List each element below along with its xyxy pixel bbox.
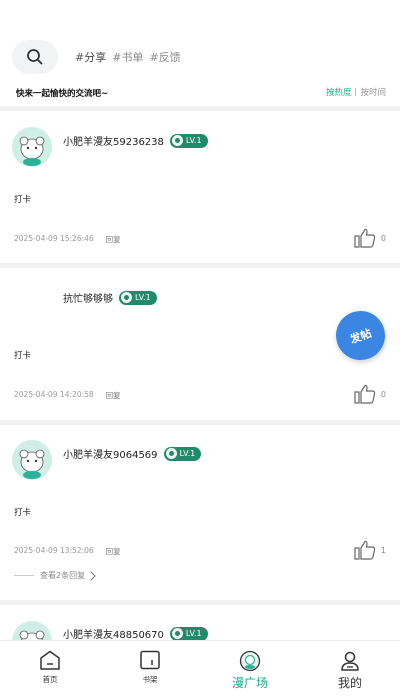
sort-by-hot[interactable]: 按热度 xyxy=(326,86,352,98)
square-icon xyxy=(239,650,261,672)
slogan: 快来一起愉快的交流吧~ xyxy=(16,89,109,99)
like-button[interactable]: 1 xyxy=(354,540,386,560)
username[interactable]: 小肥羊漫友59236238 xyxy=(63,133,164,148)
tab-square[interactable]: 漫广场 xyxy=(200,641,300,696)
replies-line xyxy=(14,575,34,576)
reply-button[interactable]: 回复 xyxy=(106,234,121,245)
post-author: 小肥羊漫友59236238 LV.1 xyxy=(63,133,208,148)
like-count: 0 xyxy=(380,233,386,243)
level-icon xyxy=(171,135,183,146)
post-time: 2025-04-09 15:26:46 xyxy=(14,234,94,243)
post-time: 2025-04-09 14:20:58 xyxy=(14,390,94,399)
level-badge: LV.1 xyxy=(163,446,202,461)
bookshelf-icon xyxy=(140,650,160,670)
search-icon xyxy=(27,49,43,65)
view-replies-label: 查看2条回复 xyxy=(40,571,86,580)
avatar[interactable] xyxy=(12,127,52,167)
thumbs-up-icon xyxy=(354,540,376,560)
post-author: 抗忙够够够 LV.1 xyxy=(63,290,157,305)
like-button[interactable]: 0 xyxy=(354,228,386,248)
like-count: 1 xyxy=(380,545,386,555)
sheep-avatar-icon xyxy=(12,621,52,640)
reply-button[interactable]: 回复 xyxy=(106,390,121,401)
search-button[interactable] xyxy=(12,40,58,74)
avatar[interactable] xyxy=(12,440,52,480)
tag-feedback[interactable]: #反馈 xyxy=(149,49,180,65)
post-card[interactable]: 小肥羊漫友9064569 LV.1 打卡 2025-04-09 13:52:06… xyxy=(0,425,400,600)
post-author: 小肥羊漫友9064569 LV.1 xyxy=(63,446,202,461)
thumbs-up-icon xyxy=(354,228,376,248)
reply-button[interactable]: 回复 xyxy=(106,546,121,557)
home-icon xyxy=(40,650,60,670)
bottom-tab-bar: 首页 书架 漫广场 我的 xyxy=(0,640,400,696)
create-post-label: 发帖 xyxy=(348,326,374,346)
tag-booklist[interactable]: #书单 xyxy=(112,49,143,65)
tab-profile[interactable]: 我的 xyxy=(300,641,400,696)
chevron-right-icon xyxy=(90,571,96,580)
post-author: 小肥羊漫友48850670 LV.1 xyxy=(63,626,208,640)
level-icon xyxy=(165,448,177,459)
level-badge: LV.1 xyxy=(169,626,208,640)
post-card[interactable]: 小肥羊漫友48850670 LV.1 xyxy=(0,605,400,640)
level-badge: LV.1 xyxy=(169,133,208,148)
username[interactable]: 小肥羊漫友9064569 xyxy=(63,446,158,461)
tab-home[interactable]: 首页 xyxy=(0,641,100,696)
header: #分享 #书单 #反馈 快来一起愉快的交流吧~ 按热度 按时间 xyxy=(0,0,400,104)
post-meta: 2025-04-09 14:20:58 回复 xyxy=(14,390,121,401)
sort-options: 按热度 按时间 xyxy=(326,86,386,98)
level-icon xyxy=(121,292,132,303)
profile-icon xyxy=(341,651,359,671)
post-content: 打卡 xyxy=(14,195,32,205)
view-replies-link[interactable]: 查看2条回复 xyxy=(14,570,97,581)
tab-bookshelf[interactable]: 书架 xyxy=(100,641,200,696)
post-meta: 2025-04-09 15:26:46 回复 xyxy=(14,234,121,245)
tag-share[interactable]: #分享 xyxy=(75,49,106,65)
like-button[interactable]: 0 xyxy=(354,384,386,404)
post-card[interactable]: 小肥羊漫友59236238 LV.1 打卡 2025-04-09 15:26:4… xyxy=(0,111,400,263)
level-icon xyxy=(171,628,183,639)
sheep-avatar-icon xyxy=(12,440,52,480)
post-content: 打卡 xyxy=(14,508,32,518)
thumbs-up-icon xyxy=(354,384,376,404)
level-badge: LV.1 xyxy=(119,290,157,305)
sort-divider xyxy=(355,88,357,96)
like-count: 0 xyxy=(380,389,386,399)
avatar[interactable] xyxy=(12,621,52,640)
topic-tags: #分享 #书单 #反馈 xyxy=(75,49,181,65)
post-content: 打卡 xyxy=(14,351,32,361)
post-time: 2025-04-09 13:52:06 xyxy=(14,546,94,555)
post-meta: 2025-04-09 13:52:06 回复 xyxy=(14,546,121,557)
sort-by-time[interactable]: 按时间 xyxy=(360,86,386,98)
username[interactable]: 小肥羊漫友48850670 xyxy=(63,626,164,640)
username[interactable]: 抗忙够够够 xyxy=(63,290,113,305)
sheep-avatar-icon xyxy=(12,127,52,167)
